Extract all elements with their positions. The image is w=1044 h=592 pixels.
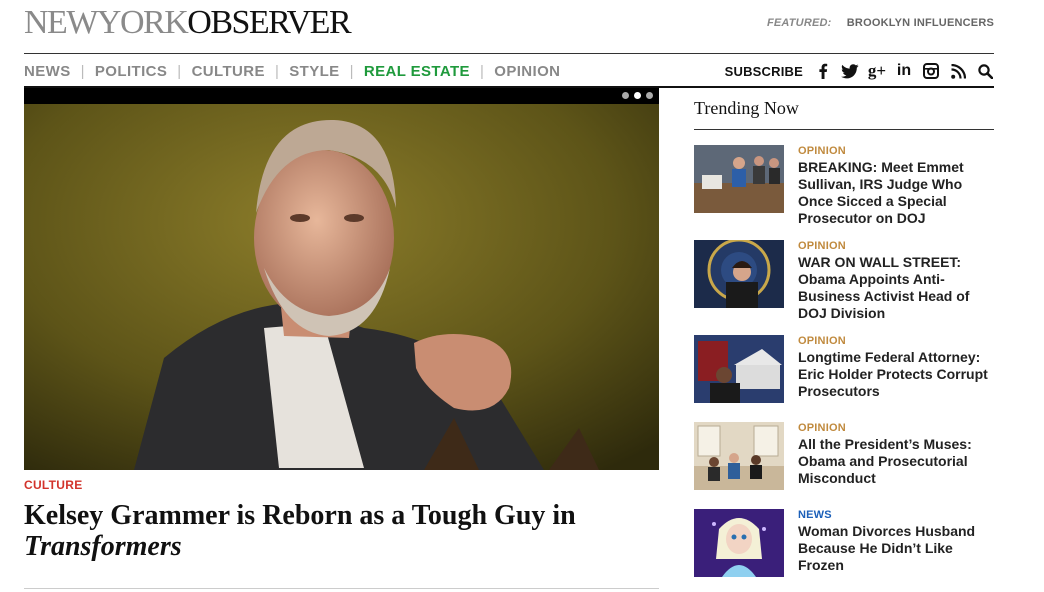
main-nav: NEWS | POLITICS | CULTURE | STYLE | REAL… [24, 60, 560, 82]
google-plus-icon[interactable]: g+ [868, 61, 886, 80]
nav-separator: | [479, 62, 485, 80]
slider-dot[interactable] [646, 92, 653, 99]
hero-category[interactable]: CULTURE [24, 478, 83, 492]
nav-item-style[interactable]: STYLE [289, 63, 339, 80]
trending-story[interactable]: OPINION WAR ON WALL STREET: Obama Appoin… [694, 240, 994, 321]
nav-item-opinion[interactable]: OPINION [494, 63, 560, 80]
story-title[interactable]: All the President’s Muses: Obama and Pro… [798, 436, 998, 487]
story-category[interactable]: OPINION [798, 422, 846, 434]
facebook-icon[interactable] [814, 62, 832, 80]
story-category[interactable]: OPINION [798, 240, 846, 252]
story-title[interactable]: Woman Divorces Husband Because He Didn’t… [798, 523, 998, 574]
featured-link[interactable]: BROOKLYN INFLUENCERS [847, 17, 994, 29]
nav-item-culture[interactable]: CULTURE [192, 63, 265, 80]
hero-headline[interactable]: Kelsey Grammer is Reborn as a Tough Guy … [24, 500, 659, 562]
linkedin-icon[interactable]: in [895, 62, 913, 80]
site-logo[interactable]: NEWYORK OBSERVER [24, 4, 352, 41]
hero-image[interactable] [24, 88, 659, 470]
slider-bar [24, 88, 659, 104]
story-title[interactable]: Longtime Federal Attorney: Eric Holder P… [798, 349, 998, 400]
hero-headline-italic: Transformers [24, 531, 182, 562]
masthead-divider [24, 53, 994, 54]
logo-part-observer: OBSERVER [187, 4, 351, 41]
trending-story[interactable]: NEWS Woman Divorces Husband Because He D… [694, 509, 994, 581]
nav-separator: | [349, 62, 354, 80]
logo-part-newyork: NEWYORK [24, 4, 189, 41]
nav-separator: | [177, 62, 182, 80]
slider-dot[interactable] [622, 92, 629, 99]
featured-bar: FEATURED: BROOKLYN INFLUENCERS [767, 17, 994, 29]
nav-item-real-estate[interactable]: REAL ESTATE [364, 63, 470, 80]
article-divider [24, 588, 659, 589]
story-category[interactable]: OPINION [798, 145, 846, 157]
story-thumbnail[interactable] [694, 145, 784, 213]
story-title[interactable]: BREAKING: Meet Emmet Sullivan, IRS Judge… [798, 159, 998, 227]
hero-photo-illustration [24, 88, 659, 470]
slider-dot-active[interactable] [634, 92, 641, 99]
story-thumbnail[interactable] [694, 509, 784, 577]
trending-story[interactable]: OPINION BREAKING: Meet Emmet Sullivan, I… [694, 145, 994, 226]
trending-divider [694, 129, 994, 130]
social-bar: SUBSCRIBE g+ in [725, 60, 994, 82]
nav-item-news[interactable]: NEWS [24, 63, 71, 80]
subscribe-link[interactable]: SUBSCRIBE [725, 64, 803, 79]
instagram-icon[interactable] [922, 62, 940, 80]
story-title[interactable]: WAR ON WALL STREET: Obama Appoints Anti-… [798, 254, 998, 322]
slider-dots [622, 92, 653, 99]
search-icon[interactable] [976, 62, 994, 80]
twitter-icon[interactable] [841, 62, 859, 80]
nav-separator: | [274, 62, 280, 80]
hero-headline-text: Kelsey Grammer is Reborn as a Tough Guy … [24, 500, 576, 531]
rss-icon[interactable] [949, 62, 967, 80]
trending-title: Trending Now [694, 98, 799, 118]
featured-label: FEATURED: [766, 17, 832, 29]
story-category[interactable]: NEWS [798, 509, 832, 521]
trending-story[interactable]: OPINION Longtime Federal Attorney: Eric … [694, 335, 994, 407]
nav-item-politics[interactable]: POLITICS [95, 63, 167, 80]
story-category[interactable]: OPINION [798, 335, 846, 347]
nav-separator: | [80, 62, 85, 80]
story-thumbnail[interactable] [694, 240, 784, 308]
story-thumbnail[interactable] [694, 335, 784, 403]
story-thumbnail[interactable] [694, 422, 784, 490]
trending-story[interactable]: OPINION All the President’s Muses: Obama… [694, 422, 994, 494]
